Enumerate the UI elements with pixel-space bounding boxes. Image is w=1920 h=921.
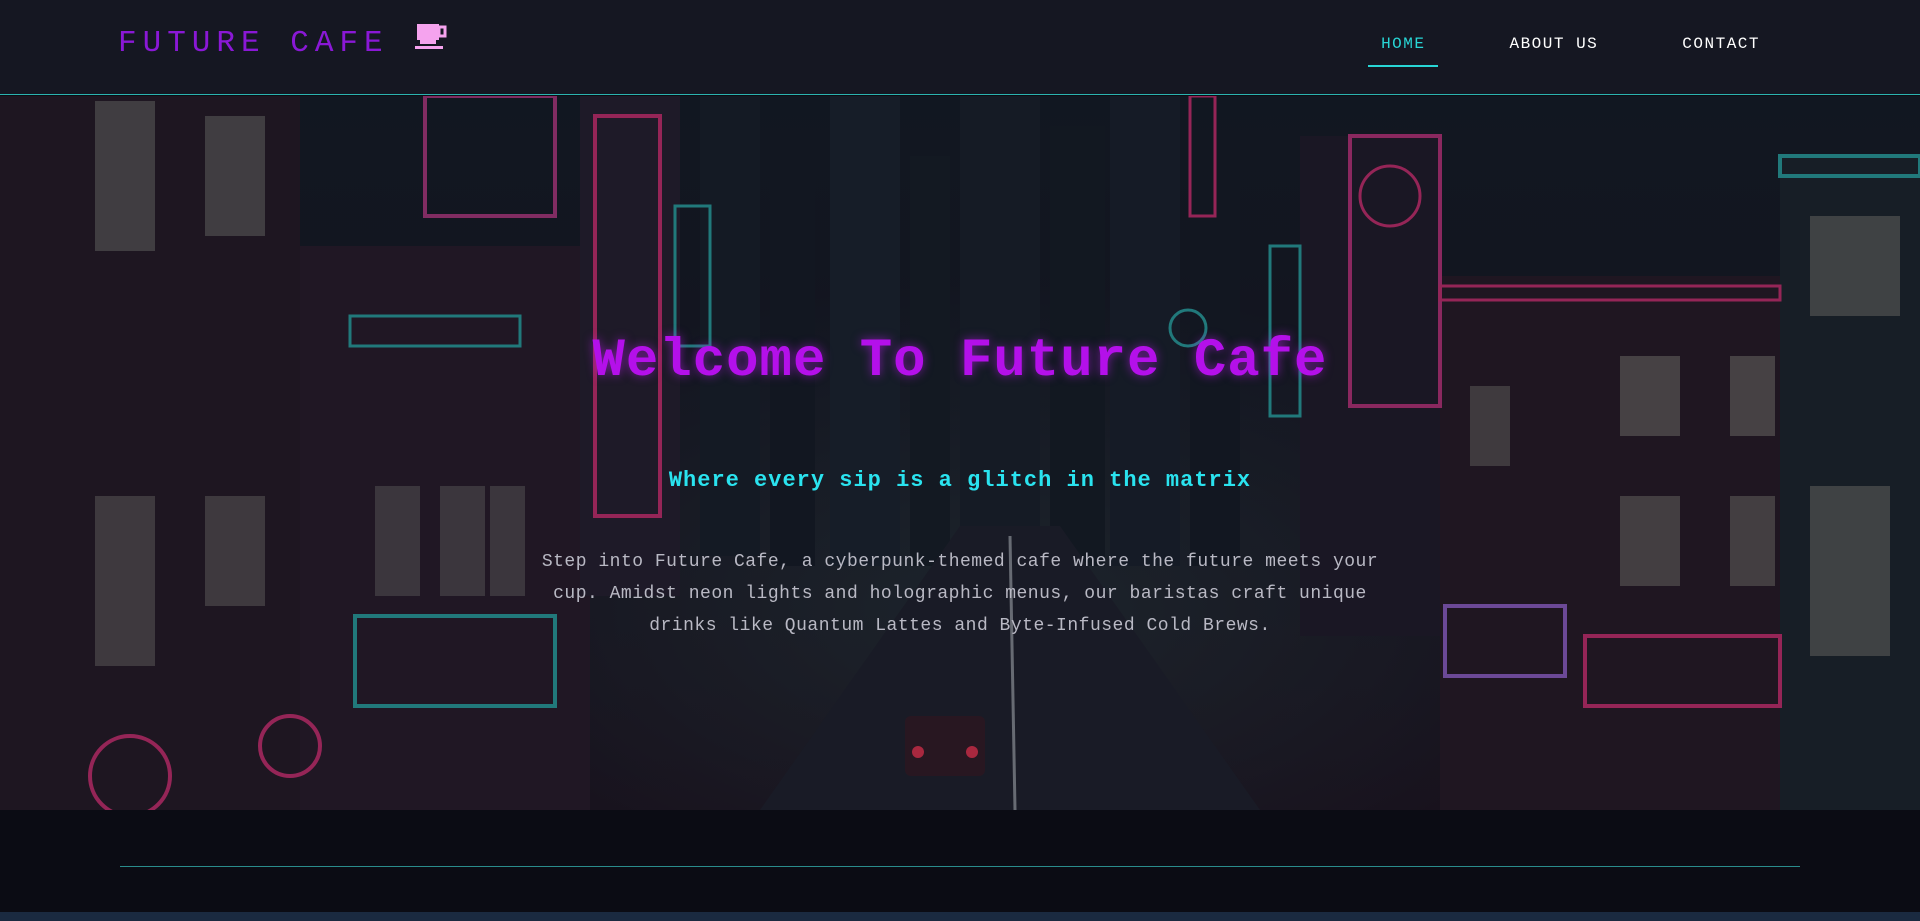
footer-divider	[120, 866, 1800, 867]
page: FUTURE CAFE HOME ABOUT US CONTACT Welcom…	[0, 0, 1920, 921]
hero-section: Welcome To Future Cafe Where every sip i…	[0, 96, 1920, 810]
next-section-edge	[0, 912, 1920, 921]
brand-logo[interactable]: FUTURE CAFE	[118, 24, 447, 64]
hero-subtitle: Where every sip is a glitch in the matri…	[668, 468, 1252, 493]
hero-title: Welcome To Future Cafe	[592, 331, 1328, 392]
nav-contact[interactable]: CONTACT	[1640, 0, 1802, 95]
nav-home[interactable]: HOME	[1339, 0, 1467, 95]
hero-description: Step into Future Cafe, a cyberpunk-theme…	[541, 552, 1379, 636]
main-nav: HOME ABOUT US CONTACT	[1339, 0, 1802, 95]
hero-overlay	[0, 96, 1920, 810]
nav-about-us[interactable]: ABOUT US	[1467, 0, 1640, 95]
site-footer	[0, 810, 1920, 921]
brand-name: FUTURE CAFE	[118, 26, 389, 61]
site-header: FUTURE CAFE HOME ABOUT US CONTACT	[0, 0, 1920, 95]
coffee-cup-icon	[414, 22, 447, 52]
